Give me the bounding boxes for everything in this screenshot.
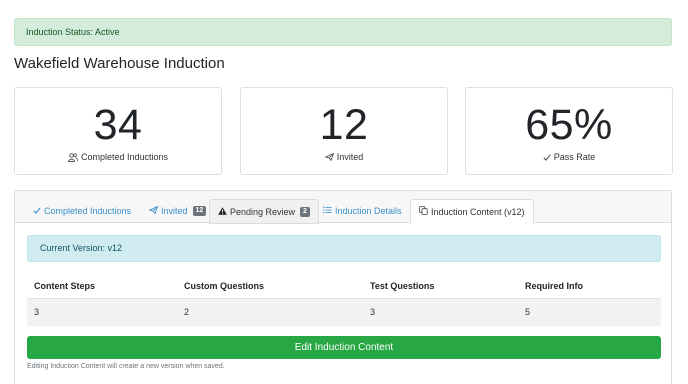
pending-review-badge: 2 [300, 206, 310, 217]
required-info-value: 5 [525, 307, 531, 317]
table-header-row: Content Steps Custom Questions Test Ques… [27, 273, 661, 299]
page-title: Wakefield Warehouse Induction [14, 55, 225, 72]
pass-rate-value: 65% [525, 101, 613, 149]
header-required-info: Required Info [525, 281, 583, 291]
invited-card: 12 Invited [240, 87, 448, 175]
copy-icon [419, 200, 428, 224]
check-icon [33, 199, 41, 223]
tab-pending-review[interactable]: Pending Review 2 [209, 199, 319, 224]
content-steps-value: 3 [34, 307, 40, 317]
check-icon [543, 153, 551, 161]
induction-content-table: Content Steps Custom Questions Test Ques… [27, 273, 661, 326]
tab-completed-inductions[interactable]: Completed Inductions [25, 199, 139, 223]
users-icon [68, 152, 78, 162]
header-test-questions: Test Questions [370, 281, 435, 291]
custom-questions-value: 2 [184, 307, 190, 317]
invited-count-badge: 12 [192, 206, 207, 216]
test-questions-value: 3 [370, 307, 376, 317]
table-row: 3 2 3 5 [27, 299, 661, 326]
send-icon [149, 199, 158, 223]
tab-induction-details[interactable]: Induction Details [315, 199, 410, 223]
edit-help-text: Editing Induction Content will create a … [27, 363, 225, 370]
invited-count: 12 [319, 101, 369, 149]
induction-status-alert: Induction Status: Active [14, 18, 672, 46]
edit-induction-content-button[interactable]: Edit Induction Content [27, 336, 661, 359]
pass-rate-label: Pass Rate [466, 152, 672, 162]
completed-inductions-label: Completed Inductions [15, 152, 221, 162]
current-version-alert: Current Version: v12 [27, 235, 661, 262]
completed-inductions-card: 34 Completed Inductions [14, 87, 222, 175]
pass-rate-card: 65% Pass Rate [465, 87, 673, 175]
send-icon [324, 153, 334, 161]
tab-invited[interactable]: Invited 12 [141, 199, 214, 223]
invited-label: Invited [241, 152, 447, 162]
tab-induction-content[interactable]: Induction Content (v12) [410, 199, 534, 224]
list-icon [323, 199, 332, 223]
tab-bar: Completed Inductions Invited 12 Pending … [15, 191, 671, 224]
header-content-steps: Content Steps [34, 281, 96, 291]
warning-icon [218, 200, 227, 224]
induction-tabs-panel: Completed Inductions Invited 12 Pending … [14, 190, 672, 384]
header-custom-questions: Custom Questions [184, 281, 265, 291]
completed-inductions-count: 34 [93, 101, 143, 149]
